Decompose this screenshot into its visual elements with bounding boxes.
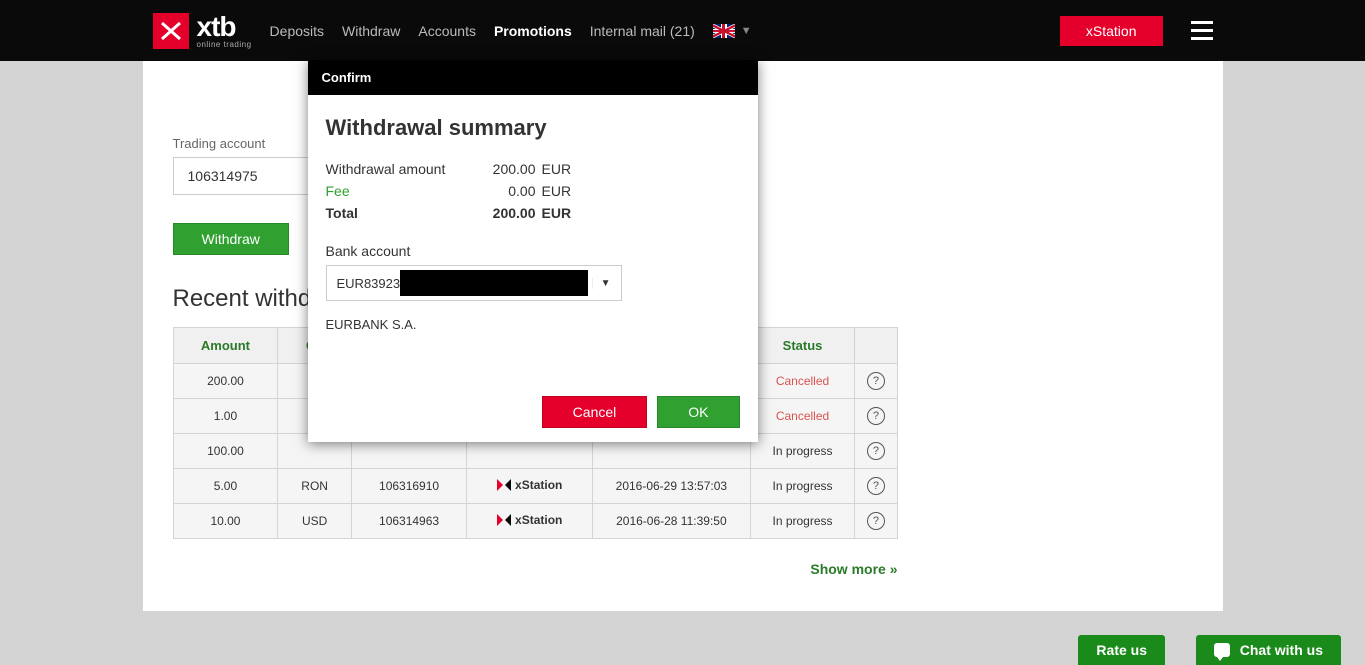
brand-main: xtb	[197, 13, 252, 41]
cell-status: In progress	[750, 434, 855, 469]
bank-account-masked	[400, 270, 588, 296]
help-icon[interactable]: ?	[867, 407, 885, 425]
rate-us-label: Rate us	[1096, 642, 1147, 658]
fee-label: Fee	[326, 183, 476, 199]
cell-amount: 5.00	[173, 469, 278, 504]
rate-us-button[interactable]: Rate us	[1078, 635, 1165, 665]
cell-help: ?	[855, 469, 897, 504]
xstation-icon	[497, 513, 511, 527]
nav-promotions[interactable]: Promotions	[494, 23, 572, 39]
logo-icon[interactable]	[153, 13, 189, 49]
nav-accounts[interactable]: Accounts	[418, 23, 476, 39]
brand[interactable]: xtb online trading	[197, 13, 252, 49]
cell-app: xStation	[467, 469, 593, 504]
cell-help: ?	[855, 364, 897, 399]
xstation-app: xStation	[497, 478, 562, 492]
cell-currency: RON	[278, 469, 351, 504]
help-icon[interactable]: ?	[867, 477, 885, 495]
xstation-icon	[497, 478, 511, 492]
fee-row: Fee 0.00 EUR	[326, 183, 740, 199]
bank-account-label: Bank account	[326, 243, 740, 259]
help-icon[interactable]: ?	[867, 512, 885, 530]
cell-id: 106314963	[351, 504, 466, 539]
cell-help: ?	[855, 434, 897, 469]
withdrawal-amount-value: 200.00	[476, 161, 536, 177]
hamburger-menu-icon[interactable]	[1191, 21, 1213, 40]
cell-amount: 200.00	[173, 364, 278, 399]
modal-actions: Cancel OK	[308, 346, 758, 442]
help-icon[interactable]: ?	[867, 442, 885, 460]
cell-status: Cancelled	[750, 399, 855, 434]
withdrawal-amount-currency: EUR	[542, 161, 572, 177]
table-row: 10.00USD106314963 xStation 2016-06-28 11:3…	[173, 504, 897, 539]
col-status: Status	[750, 328, 855, 364]
uk-flag-icon	[713, 24, 735, 38]
modal-body: Withdrawal summary Withdrawal amount 200…	[308, 95, 758, 346]
cell-help: ?	[855, 504, 897, 539]
topbar: xtb online trading Deposits Withdraw Acc…	[0, 0, 1365, 61]
topbar-inner: xtb online trading Deposits Withdraw Acc…	[143, 13, 1223, 49]
trading-account-input[interactable]: 106314975	[173, 157, 313, 195]
cell-currency: USD	[278, 504, 351, 539]
cell-amount: 10.00	[173, 504, 278, 539]
chat-label: Chat with us	[1240, 642, 1323, 658]
total-value: 200.00	[476, 205, 536, 221]
chevron-down-icon: ▼	[741, 25, 752, 37]
cell-date: 2016-06-29 13:57:03	[593, 469, 750, 504]
chevron-down-icon: ▼	[592, 278, 619, 289]
bank-account-select[interactable]: EUR83923 ▼	[326, 265, 622, 301]
chat-icon	[1214, 643, 1230, 657]
table-row: 5.00RON106316910 xStation 2016-06-29 13:57…	[173, 469, 897, 504]
cell-status: Cancelled	[750, 364, 855, 399]
nav-internal-mail[interactable]: Internal mail (21)	[590, 23, 695, 39]
col-amount: Amount	[173, 328, 278, 364]
cancel-button[interactable]: Cancel	[542, 396, 648, 428]
content: Trading account 106314975 Withdraw Recen…	[143, 61, 1223, 577]
show-more-wrap: Show more »	[173, 539, 898, 577]
nav-deposits[interactable]: Deposits	[270, 23, 324, 39]
fee-currency: EUR	[542, 183, 572, 199]
bank-account-value: EUR83923	[337, 276, 401, 291]
modal-title: Withdrawal summary	[326, 115, 740, 141]
page: Trading account 106314975 Withdraw Recen…	[143, 61, 1223, 611]
cell-amount: 1.00	[173, 399, 278, 434]
xstation-button[interactable]: xStation	[1060, 16, 1163, 46]
cell-help: ?	[855, 399, 897, 434]
total-currency: EUR	[542, 205, 572, 221]
fee-value: 0.00	[476, 183, 536, 199]
cell-status: In progress	[750, 504, 855, 539]
col-help	[855, 328, 897, 364]
total-row: Total 200.00 EUR	[326, 205, 740, 221]
xstation-app: xStation	[497, 513, 562, 527]
show-more-link[interactable]: Show more »	[810, 561, 897, 577]
help-icon[interactable]: ?	[867, 372, 885, 390]
bank-name: EURBANK S.A.	[326, 317, 740, 332]
total-label: Total	[326, 205, 476, 221]
cell-amount: 100.00	[173, 434, 278, 469]
ok-button[interactable]: OK	[657, 396, 739, 428]
chat-with-us-button[interactable]: Chat with us	[1196, 635, 1341, 665]
cell-app: xStation	[467, 504, 593, 539]
cell-date: 2016-06-28 11:39:50	[593, 504, 750, 539]
cell-id: 106316910	[351, 469, 466, 504]
language-selector[interactable]: ▼	[713, 24, 752, 38]
nav-withdraw[interactable]: Withdraw	[342, 23, 400, 39]
brand-sub: online trading	[197, 41, 252, 49]
modal-header: Confirm	[308, 60, 758, 95]
withdrawal-amount-label: Withdrawal amount	[326, 161, 476, 177]
withdraw-button[interactable]: Withdraw	[173, 223, 289, 255]
cell-status: In progress	[750, 469, 855, 504]
withdrawal-amount-row: Withdrawal amount 200.00 EUR	[326, 161, 740, 177]
confirm-modal: Confirm Withdrawal summary Withdrawal am…	[308, 60, 758, 442]
